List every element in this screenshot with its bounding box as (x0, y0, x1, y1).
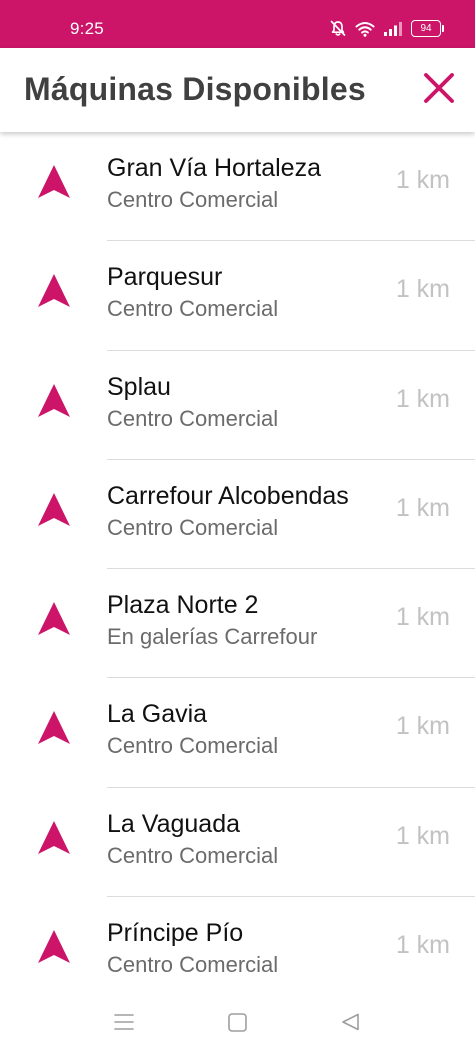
back-icon[interactable] (341, 1013, 361, 1036)
home-icon[interactable] (228, 1013, 247, 1037)
item-name: Carrefour Alcobendas (107, 481, 349, 510)
item-text: Plaza Norte 2 En galerías Carrefour (107, 589, 380, 653)
item-subtitle: Centro Comercial (107, 296, 279, 322)
item-text: La Vaguada Centro Comercial (107, 808, 380, 872)
navigation-arrow-icon (36, 600, 72, 638)
item-text: Carrefour Alcobendas Centro Comercial (107, 480, 380, 544)
battery-icon: 94 (411, 20, 444, 37)
list-item[interactable]: La Vaguada Centro Comercial 1 km (0, 788, 475, 898)
navigation-arrow-icon (36, 709, 72, 747)
item-subtitle: En galerías Carrefour (107, 624, 318, 650)
navigation-arrow-icon (36, 272, 72, 310)
bell-off-icon (330, 20, 346, 37)
item-distance: 1 km (395, 275, 450, 304)
status-time: 9:25 (70, 19, 104, 38)
app-header: Máquinas Disponibles (0, 48, 475, 132)
signal-icon (384, 21, 402, 36)
navigation-arrow-icon (36, 819, 72, 857)
item-distance: 1 km (395, 493, 450, 522)
item-name: La Gavia (107, 700, 208, 729)
item-distance: 1 km (395, 931, 450, 960)
item-subtitle: Centro Comercial (107, 842, 279, 868)
item-name: Príncipe Pío (107, 919, 244, 948)
machine-list[interactable]: Gran Vía Hortaleza Centro Comercial 1 km… (0, 132, 475, 994)
close-button[interactable] (419, 72, 459, 108)
list-item[interactable]: Splau Centro Comercial 1 km (0, 351, 475, 460)
navigation-arrow-icon (36, 163, 72, 201)
item-name: Parquesur (107, 263, 223, 292)
item-name: La Vaguada (107, 809, 240, 838)
item-distance: 1 km (395, 384, 450, 413)
item-subtitle: Centro Comercial (107, 514, 279, 540)
battery-level: 94 (420, 22, 432, 34)
status-icons: 94 (330, 20, 444, 37)
wifi-icon (355, 21, 375, 37)
item-name: Splau (107, 372, 171, 401)
item-text: Gran Vía Hortaleza Centro Comercial (107, 152, 380, 216)
item-distance: 1 km (395, 166, 450, 194)
list-item[interactable]: Gran Vía Hortaleza Centro Comercial 1 km (0, 132, 475, 242)
system-nav-bar (0, 994, 475, 1056)
close-icon (423, 72, 455, 109)
list-item[interactable]: Plaza Norte 2 En galerías Carrefour 1 km (0, 569, 475, 679)
menu-icon[interactable] (114, 1013, 134, 1036)
item-subtitle: Centro Comercial (107, 405, 279, 431)
status-bar: 9:25 94 (0, 0, 475, 48)
list-item[interactable]: Príncipe Pío Centro Comercial 1 km (0, 897, 475, 994)
item-text: Splau Centro Comercial (107, 371, 380, 435)
list-item[interactable]: La Gavia Centro Comercial 1 km (0, 678, 475, 788)
navigation-arrow-icon (36, 491, 72, 529)
item-distance: 1 km (395, 603, 450, 632)
item-name: Plaza Norte 2 (107, 591, 259, 620)
item-name: Gran Vía Hortaleza (107, 154, 321, 182)
item-distance: 1 km (395, 712, 450, 741)
item-text: Parquesur Centro Comercial (107, 261, 380, 325)
list-item[interactable]: Carrefour Alcobendas Centro Comercial 1 … (0, 460, 475, 570)
item-text: Príncipe Pío Centro Comercial (107, 917, 380, 981)
page-title: Máquinas Disponibles (24, 71, 366, 107)
item-subtitle: Centro Comercial (107, 733, 279, 759)
item-subtitle: Centro Comercial (107, 187, 279, 212)
item-distance: 1 km (395, 821, 450, 850)
navigation-arrow-icon (36, 382, 72, 420)
item-text: La Gavia Centro Comercial (107, 698, 380, 762)
item-subtitle: Centro Comercial (107, 952, 279, 978)
navigation-arrow-icon (36, 928, 72, 966)
list-item[interactable]: Parquesur Centro Comercial 1 km (0, 241, 475, 351)
